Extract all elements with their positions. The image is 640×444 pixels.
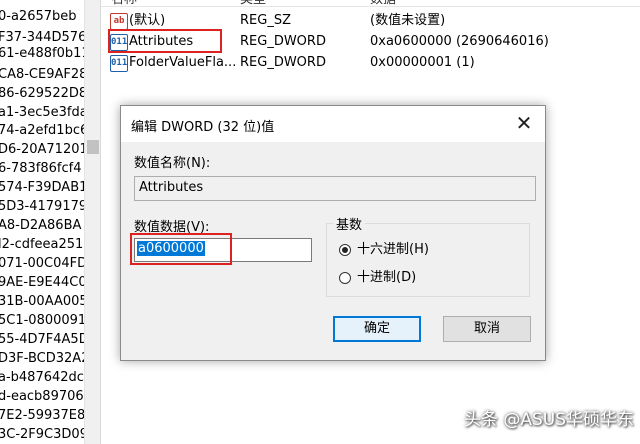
ok-button[interactable]: 确定 [333,316,421,342]
watermark-prefix: 头条 [463,410,498,430]
tree-key[interactable]: D6-20A71201 [0,141,88,159]
value-data: 0x00000001 (1) [370,55,475,70]
tree-key[interactable]: 74-a2efd1bc6 [0,122,88,140]
tree-key[interactable]: d-eacb89706 [0,388,84,406]
registry-key-tree[interactable]: 0-a2657beb F37-344D576 61-e488f0b11 CA8-… [0,0,88,444]
radio-unchecked-icon[interactable] [339,272,351,284]
watermark-name: ASUS华硕华东 [520,410,634,430]
tree-key[interactable]: 6-783f86fcf4 [0,160,81,178]
tree-key[interactable]: CA8-CE9AF28 [0,66,87,84]
pane-divider[interactable] [100,0,101,444]
value-row[interactable]: 011 FolderValueFla... REG_DWORD 0x000000… [110,53,640,73]
value-name-field[interactable]: Attributes [134,176,536,201]
tree-key[interactable]: 7E2-59937E8 [0,407,85,425]
radio-label: 十六进制(H) [357,242,429,257]
column-header-data[interactable]: 数据 [370,0,396,7]
radio-label: 十进制(D) [357,270,417,285]
tree-key[interactable]: 55-4D7F4A5D [0,331,88,349]
value-type: REG_SZ [240,13,291,28]
annotation-highlight-value-data [130,233,232,265]
tree-key[interactable]: 0-a2657beb [0,8,77,26]
tree-key[interactable]: a-b487642dc [0,369,84,387]
tree-key[interactable]: 071-00C04FD8 [0,255,88,273]
binary-value-icon: 011 [110,55,128,72]
scrollbar-thumb[interactable] [87,140,99,154]
value-data: 0xa0600000 (2690646016) [370,34,549,49]
column-header-name[interactable]: 名称 [111,0,137,7]
tree-scrollbar[interactable] [84,0,101,444]
tree-key[interactable]: A8-D2A86BA [0,217,81,235]
string-value-icon: ab [110,13,128,30]
tree-key[interactable]: D3F-BCD32A2 [0,350,88,368]
value-data: (数值未设置) [370,13,446,28]
tree-key[interactable]: 574-F39DAB18 [0,179,88,197]
tree-key[interactable]: 5D3-4179179C [0,198,88,216]
radio-checked-icon[interactable] [339,244,351,256]
dialog-title-bar[interactable]: 编辑 DWORD (32 位)值 ✕ [121,106,545,142]
tree-key[interactable]: l2-cdfeea251 [0,236,83,254]
tree-key[interactable]: 86-629522D8 [0,85,87,103]
value-type: REG_DWORD [240,34,326,49]
watermark: 头条 @ASUS华硕华东 [464,405,634,430]
annotation-highlight-attributes [108,29,222,53]
tree-key[interactable]: 31B-00AA005 [0,293,88,311]
tree-key[interactable]: 9AE-E9E44C0 [0,274,87,292]
tree-key[interactable]: 5C1-0800091A [0,312,88,330]
tree-key[interactable]: 61-e488f0b11 [0,45,88,63]
dialog-title: 编辑 DWORD (32 位)值 [131,120,275,135]
list-header: 名称 类型 数据 [101,0,640,7]
base-groupbox: 基数 十六进制(H) 十进制(D) [326,214,530,297]
column-header-type[interactable]: 类型 [240,0,266,7]
value-name: (默认) [129,13,166,28]
base-group-title: 基数 [333,214,366,233]
value-name: FolderValueFla... [129,55,237,70]
value-type: REG_DWORD [240,55,326,70]
tree-key[interactable]: 3C-2F9C3D09 [0,426,88,444]
value-row[interactable]: ab (默认) REG_SZ (数值未设置) [110,11,640,31]
tree-key[interactable]: a1-3ec5e3fda [0,104,88,122]
cancel-button[interactable]: 取消 [443,316,531,342]
watermark-at: @ [503,410,521,430]
close-icon[interactable]: ✕ [513,112,535,134]
value-name-label: 数值名称(N): [134,156,211,171]
